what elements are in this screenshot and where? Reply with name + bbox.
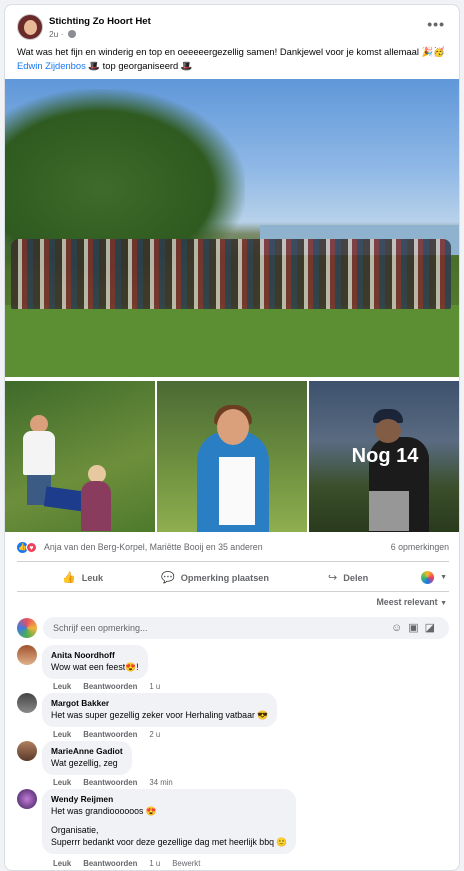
commenter-avatar[interactable] [17, 693, 37, 713]
comment-like-link[interactable]: Leuk [53, 730, 71, 739]
chevron-down-icon: ▼ [440, 574, 447, 581]
comment-text: Organisatie, [51, 825, 99, 835]
comment-actions: Leuk Beantwoorden 1 u [53, 682, 172, 691]
commenter-avatar[interactable] [17, 645, 37, 665]
photo-2[interactable] [5, 381, 155, 532]
comment-text: Het was super gezellig zeker voor Herhal… [51, 709, 269, 720]
comment-actions: Leuk Beantwoorden 2 u [53, 730, 172, 739]
comment-bubble: Wendy Reijmen Het was grandioooooos 😍 Or… [42, 789, 297, 854]
like-button[interactable]: 👍 Leuk [62, 571, 103, 584]
comment-bubble: MarieAnne Gadiot Wat gezellig, zeg [42, 741, 132, 775]
post-card: Stichting Zo Hoort Het 2u · ••• Wat was … [4, 4, 460, 871]
emoji-icon[interactable]: ☺ [391, 622, 408, 634]
commenter-name[interactable]: Margot Bakker [51, 698, 268, 710]
comment-reply-link[interactable]: Beantwoorden [83, 730, 137, 739]
love-reaction-icon: ♥ [26, 542, 37, 553]
comment-reply-link[interactable]: Beantwoorden [83, 778, 137, 787]
post-text-part: Wat was het fijn en winderig en top en o… [17, 46, 445, 57]
current-user-avatar [17, 618, 37, 638]
photo-3[interactable] [157, 381, 307, 532]
comment-like-link[interactable]: Leuk [53, 859, 71, 868]
comment-reply-link[interactable]: Beantwoorden [83, 859, 137, 868]
comment-actions: Leuk Beantwoorden 1 u Bewerkt [53, 859, 212, 868]
comment-time[interactable]: 1 u [149, 682, 160, 691]
globe-icon [67, 30, 76, 38]
comment-text: Superrr bedankt voor deze gezellige dag … [51, 836, 288, 847]
comment-sort-dropdown[interactable]: Meest relevant ▼ [376, 597, 447, 607]
comment-text: Wat gezellig, zeg [51, 757, 118, 768]
commenter-name[interactable]: Wendy Reijmen [51, 794, 287, 806]
comment-time[interactable]: 2 u [149, 730, 160, 739]
commenter-avatar[interactable] [17, 789, 37, 809]
thumbs-up-icon: 👍 [62, 572, 76, 584]
divider [17, 561, 449, 562]
profile-emoji-icon [421, 571, 435, 584]
commenter-name[interactable]: MarieAnne Gadiot [51, 746, 123, 758]
share-label: Delen [343, 572, 369, 583]
comment-label: Opmerking plaatsen [180, 572, 270, 583]
comment-count[interactable]: 6 opmerkingen [391, 542, 449, 552]
comment-actions: Leuk Beantwoorden 34 min [53, 778, 185, 787]
more-options-icon[interactable]: ••• [427, 16, 445, 32]
reaction-names[interactable]: Anja van den Berg-Korpel, Mariëtte Booij… [44, 542, 263, 552]
share-button[interactable]: ↪ Delen [328, 571, 368, 584]
comment-button[interactable]: 💬 Opmerking plaatsen [161, 571, 269, 584]
sticker-icon[interactable]: ◪ [425, 622, 441, 634]
page-name[interactable]: Stichting Zo Hoort Het [49, 16, 151, 27]
comment-like-link[interactable]: Leuk [53, 778, 71, 787]
comment-time[interactable]: 1 u [149, 859, 160, 868]
react-as-button[interactable]: ▼ [421, 571, 447, 584]
comment-reply-link[interactable]: Beantwoorden [83, 682, 137, 691]
mention-link[interactable]: Edwin Zijdenbos [17, 60, 86, 71]
divider [17, 591, 449, 592]
post-text: Wat was het fijn en winderig en top en o… [17, 45, 453, 72]
post-header: Stichting Zo Hoort Het 2u · ••• [17, 14, 447, 42]
comment-tools: ☺▣◪ [391, 621, 441, 634]
action-bar: 👍 Leuk 💬 Opmerking plaatsen ↪ Delen ▼ [17, 564, 449, 592]
gif-icon[interactable]: ▣ [408, 622, 424, 634]
post-text-part: 🎩 top georganiseerd 🎩 [88, 59, 193, 71]
sort-label: Meest relevant [376, 597, 438, 607]
comment-edited: Bewerkt [172, 859, 201, 868]
comment-text [51, 817, 287, 825]
reaction-summary[interactable]: 👍 ♥ Anja van den Berg-Korpel, Mariëtte B… [17, 541, 449, 555]
share-arrow-icon: ↪ [328, 572, 338, 584]
commenter-name[interactable]: Anita Noordhoff [51, 650, 139, 662]
post-time-label[interactable]: 2u [49, 29, 58, 39]
comment-bubble: Margot Bakker Het was super gezellig zek… [42, 693, 278, 727]
page-avatar[interactable] [17, 14, 43, 40]
commenter-avatar[interactable] [17, 741, 37, 761]
comment-bubble: Anita Noordhoff Wow wat een feest😍! [42, 645, 148, 679]
speech-bubble-icon: 💬 [161, 572, 175, 584]
more-photos-count[interactable]: Nog 14 [309, 381, 459, 532]
post-time[interactable]: 2u · [49, 29, 76, 39]
comment-input-placeholder: Schrijf een opmerking... [53, 623, 148, 633]
comment-like-link[interactable]: Leuk [53, 682, 71, 691]
comment-text: Wow wat een feest😍! [51, 661, 139, 672]
chevron-down-icon: ▼ [440, 600, 447, 607]
comment-input[interactable]: Schrijf een opmerking... ☺▣◪ [43, 617, 449, 639]
comment-text: Het was grandioooooos 😍 [51, 805, 157, 816]
like-label: Leuk [81, 572, 104, 583]
comment-time[interactable]: 34 min [149, 778, 172, 787]
main-photo[interactable] [5, 79, 459, 377]
